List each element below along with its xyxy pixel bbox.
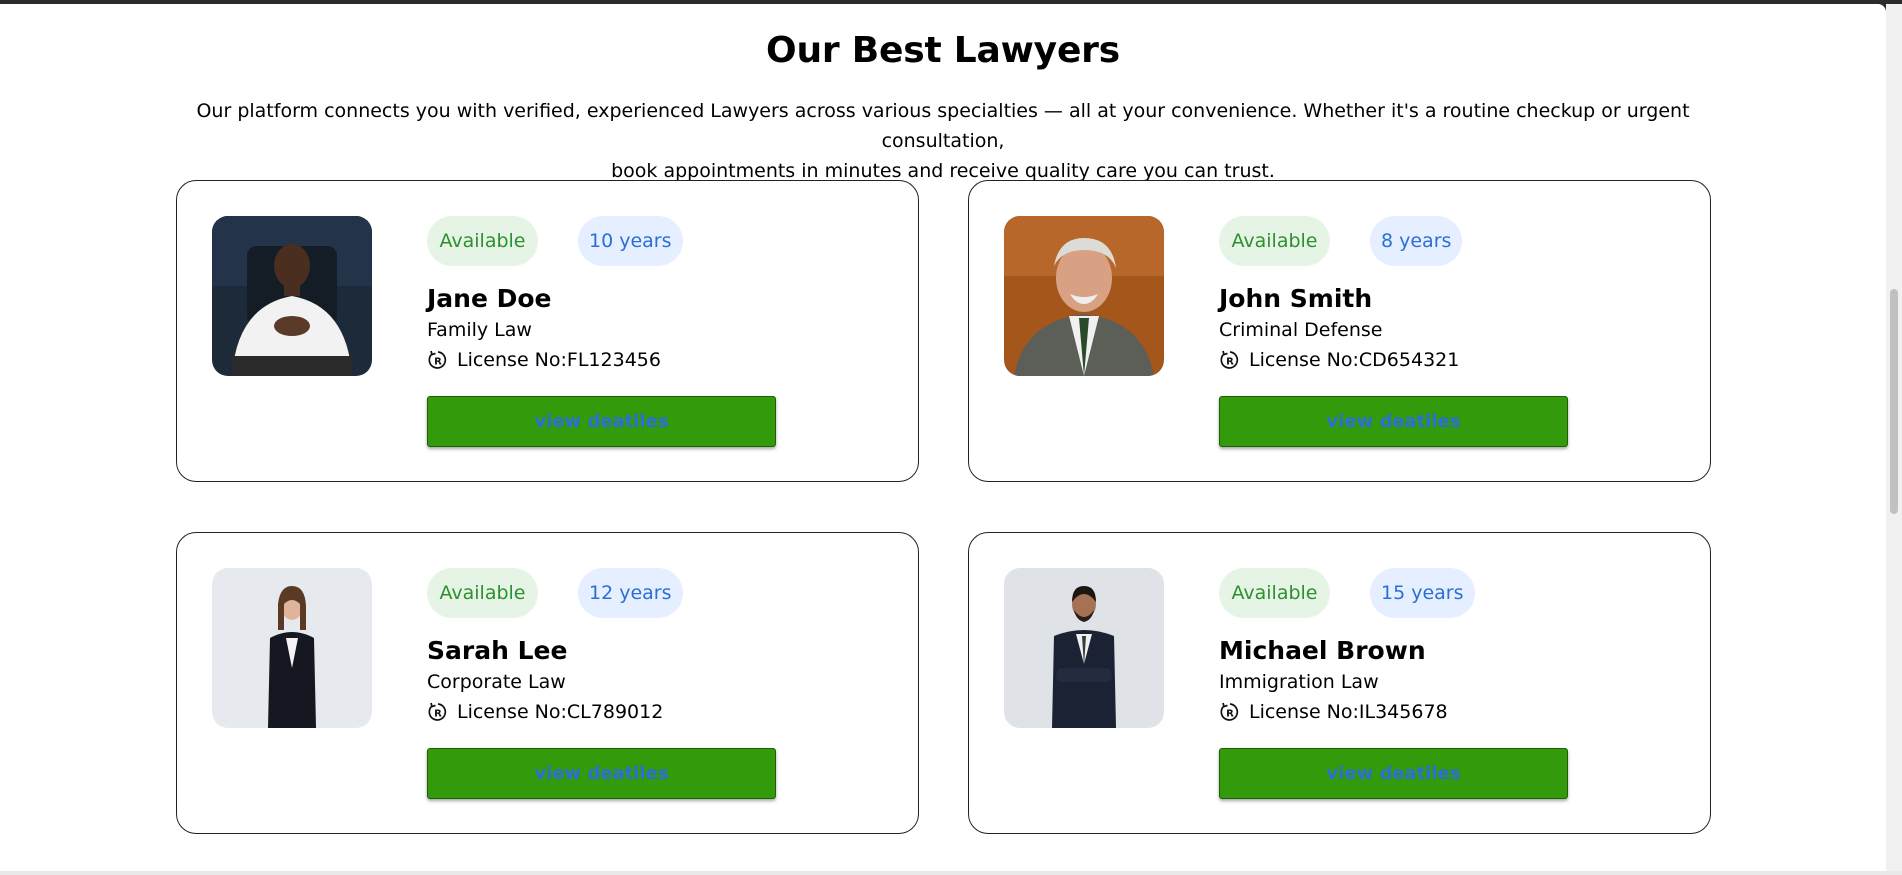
- lawyer-name: Jane Doe: [427, 284, 552, 313]
- lawyer-license: R License No:FL123456: [427, 349, 661, 371]
- view-details-button[interactable]: view deatiles: [427, 396, 776, 447]
- license-text: License No:FL123456: [457, 349, 661, 371]
- intro-line-2: book appointments in minutes and receive…: [611, 160, 1275, 182]
- section-title: Our Best Lawyers: [766, 30, 1120, 71]
- lawyer-card: Available 15 years Michael Brown Immigra…: [968, 532, 1711, 834]
- window-bottom-edge: [0, 871, 1902, 875]
- lawyer-specialty: Corporate Law: [427, 671, 566, 693]
- view-details-button[interactable]: view deatiles: [1219, 748, 1568, 799]
- lawyer-license: R License No:IL345678: [1219, 701, 1448, 723]
- lawyer-specialty: Criminal Defense: [1219, 319, 1383, 341]
- page-viewport: Our Best Lawyers Our platform connects y…: [0, 4, 1886, 871]
- experience-badge: 10 years: [578, 216, 683, 266]
- lawyer-photo: [1004, 216, 1164, 376]
- experience-badge: 15 years: [1370, 568, 1475, 618]
- experience-badge: 8 years: [1370, 216, 1463, 266]
- license-text: License No:IL345678: [1249, 701, 1448, 723]
- section-intro: Our platform connects you with verified,…: [150, 96, 1736, 186]
- license-text: License No:CD654321: [1249, 349, 1460, 371]
- registered-icon: R: [1219, 349, 1241, 371]
- registered-icon: R: [1219, 701, 1241, 723]
- lawyer-photo: [212, 216, 372, 376]
- svg-text:R: R: [434, 357, 442, 368]
- svg-text:R: R: [434, 709, 442, 720]
- lawyer-card: Available 10 years Jane Doe Family Law R…: [176, 180, 919, 482]
- scrollbar-thumb[interactable]: [1890, 289, 1898, 514]
- registered-icon: R: [427, 701, 449, 723]
- registered-icon: R: [427, 349, 449, 371]
- lawyer-photo-image: [212, 216, 372, 376]
- lawyer-name: Sarah Lee: [427, 636, 568, 665]
- status-badge: Available: [1219, 216, 1330, 266]
- svg-text:R: R: [1226, 709, 1234, 720]
- status-badge: Available: [1219, 568, 1330, 618]
- lawyer-photo: [1004, 568, 1164, 728]
- lawyer-photo-image: [1004, 216, 1164, 376]
- view-details-button[interactable]: view deatiles: [1219, 396, 1568, 447]
- lawyer-license: R License No:CD654321: [1219, 349, 1459, 371]
- status-badge: Available: [427, 216, 538, 266]
- lawyer-specialty: Immigration Law: [1219, 671, 1379, 693]
- vertical-scrollbar[interactable]: [1886, 4, 1902, 871]
- svg-text:R: R: [1226, 357, 1234, 368]
- experience-badge: 12 years: [578, 568, 683, 618]
- view-details-button[interactable]: view deatiles: [427, 748, 776, 799]
- lawyer-photo-image: [1004, 568, 1164, 728]
- lawyer-name: John Smith: [1219, 284, 1373, 313]
- lawyer-photo-image: [212, 568, 372, 728]
- lawyer-name: Michael Brown: [1219, 636, 1426, 665]
- lawyer-card: Available 12 years Sarah Lee Corporate L…: [176, 532, 919, 834]
- lawyer-specialty: Family Law: [427, 319, 532, 341]
- lawyer-card: Available 8 years John Smith Criminal De…: [968, 180, 1711, 482]
- license-text: License No:CL789012: [457, 701, 664, 723]
- intro-line-1: Our platform connects you with verified,…: [196, 100, 1690, 152]
- lawyer-license: R License No:CL789012: [427, 701, 663, 723]
- status-badge: Available: [427, 568, 538, 618]
- lawyer-photo: [212, 568, 372, 728]
